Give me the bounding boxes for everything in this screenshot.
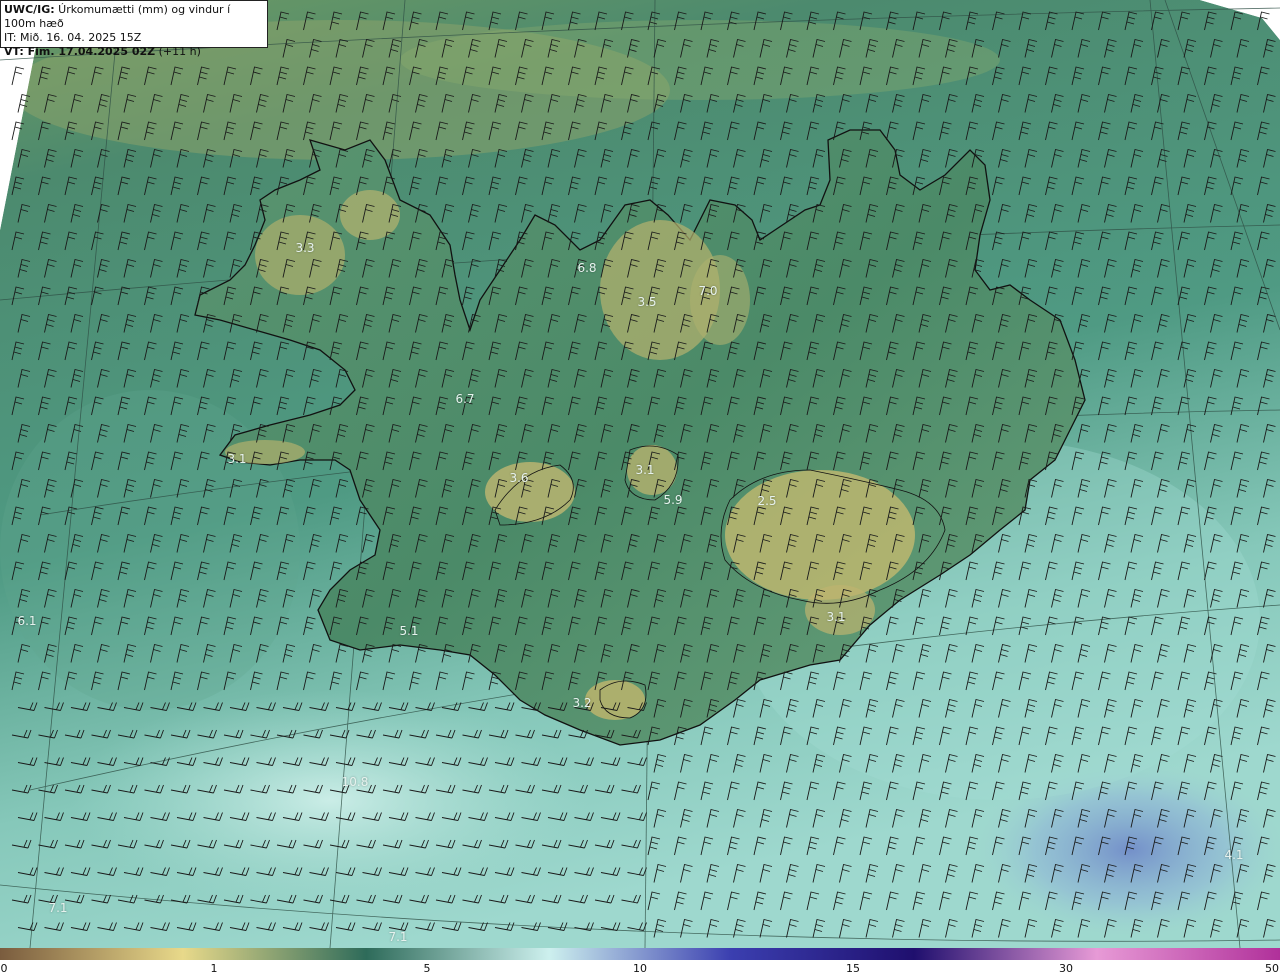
value-label: 3.5 (637, 295, 657, 309)
value-label: 3.2 (572, 696, 592, 710)
map-header: UWC/IG: Úrkomumætti (mm) og vindur í 100… (0, 0, 268, 58)
value-label: 5.1 (399, 624, 419, 638)
valid-time: VT: Fim. 17.04.2025 02Z (4, 45, 156, 58)
value-label: 3.1 (635, 463, 655, 477)
precipitation-map (0, 0, 1280, 960)
colorbar-tick: 15 (846, 962, 860, 975)
colorbar-tick: 1 (210, 962, 218, 975)
value-label: 2.5 (757, 494, 777, 508)
value-label: 6.8 (577, 261, 597, 275)
value-label: 7.1 (48, 901, 68, 915)
colorbar-tick: 5 (423, 962, 431, 975)
value-label: 3.1 (826, 610, 846, 624)
colorbar-tick: 30 (1059, 962, 1073, 975)
value-label: 4.1 (1224, 848, 1244, 862)
colorbar-tick: 10 (633, 962, 647, 975)
value-label: 3.1 (227, 452, 247, 466)
value-label: 10.8 (341, 775, 369, 789)
lead-time: (+11 h) (155, 45, 201, 58)
colorbar-tick: 0 (0, 962, 8, 975)
product-code: UWC/IG: (4, 3, 55, 16)
value-label: 7.1 (388, 930, 408, 944)
colorbar (0, 948, 1280, 960)
value-label: 5.9 (663, 493, 683, 507)
colorbar-gradient (0, 948, 1280, 960)
colorbar-tick: 50 (1265, 962, 1279, 975)
value-label: 6.7 (455, 392, 475, 406)
init-time: IT: Mið. 16. 04. 2025 15Z (4, 31, 142, 44)
value-label: 3.6 (509, 471, 529, 485)
value-label: 7.0 (698, 284, 718, 298)
value-label: 6.1 (17, 614, 37, 628)
value-label: 3.3 (295, 241, 315, 255)
